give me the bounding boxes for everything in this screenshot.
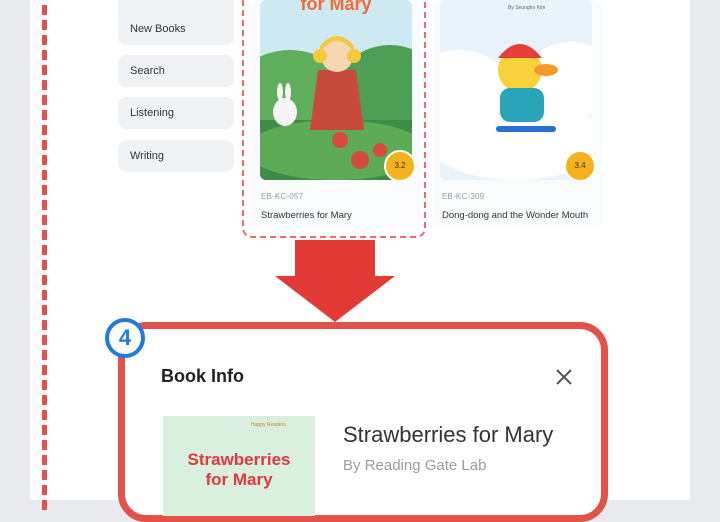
book-detail-title: Strawberries for Mary	[343, 422, 554, 447]
book-code: EB-KC-309	[442, 192, 485, 201]
book-card[interactable]: for Mary 3.2 EB-KC-057 Strawberries for …	[252, 0, 420, 228]
sidebar-item-label: New Books	[130, 23, 186, 35]
cover-title-line2: for Mary	[205, 470, 273, 489]
cover-title-line1: Strawberries	[187, 450, 291, 469]
book-title: Strawberries for Mary	[261, 210, 352, 221]
modal-book-cover: Happy Readers Strawberries for Mary	[163, 416, 315, 516]
book-title: Dong-dong and the Wonder Mouth	[442, 210, 589, 221]
cover-title-text: for Mary	[300, 0, 372, 14]
cover-author-text: By Seungho Kim	[508, 5, 546, 11]
book-card[interactable]: By Seungho Kim 3.4 EB-KC-309 Dong-dong a…	[434, 0, 602, 228]
close-icon	[556, 369, 572, 385]
arrow-down-icon-head	[275, 276, 395, 322]
cover-series-label: Happy Readers	[251, 422, 286, 428]
modal-title: Book Info	[161, 366, 244, 386]
dashed-guide-line	[42, 0, 47, 510]
step-number-badge: 4	[105, 318, 145, 358]
book-code: EB-KC-057	[261, 192, 304, 201]
book-detail-author: By Reading Gate Lab	[343, 457, 487, 474]
close-button[interactable]	[553, 366, 575, 388]
arrow-down-icon	[295, 240, 375, 278]
sidebar-item-label: Writing	[130, 150, 165, 162]
sidebar-item-new-books[interactable]: New Books	[118, 13, 234, 45]
sidebar-item-search[interactable]: Search	[118, 55, 234, 87]
sidebar-item-label: Search	[130, 65, 165, 77]
level-badge: 3.2	[384, 150, 416, 182]
sidebar-item-label: Listening	[130, 107, 175, 119]
sidebar-item-writing[interactable]: Writing	[118, 140, 234, 172]
level-badge: 3.4	[564, 150, 596, 182]
sidebar-item-listening[interactable]: Listening	[118, 97, 234, 129]
